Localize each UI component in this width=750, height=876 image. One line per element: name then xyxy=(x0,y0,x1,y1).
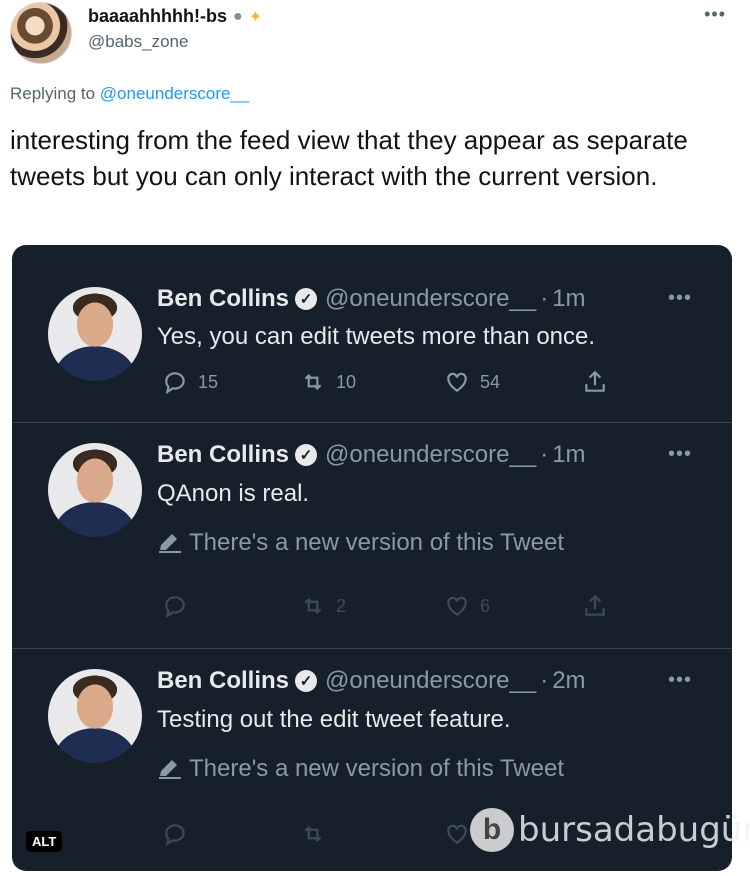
tweet-actions: 15 10 54 xyxy=(162,369,612,399)
embedded-author-name: Ben Collins xyxy=(157,667,290,694)
watermark-logo-icon: b xyxy=(470,808,514,852)
reply-icon xyxy=(165,824,185,847)
more-options-icon[interactable]: ••• xyxy=(704,4,726,25)
edited-notice-text: There's a new version of this Tweet xyxy=(189,755,564,782)
replying-prefix: Replying to xyxy=(10,84,96,103)
retweet-icon xyxy=(304,373,322,391)
reply-icon xyxy=(165,372,185,395)
embedded-timestamp: 1m xyxy=(552,441,586,468)
edited-notice: There's a new version of this Tweet xyxy=(157,529,564,557)
reply-action: 15 xyxy=(162,369,218,395)
replying-mention-link[interactable]: @oneunderscore__ xyxy=(100,84,250,103)
author-name-row: baaaahhhhh!-bs ● ✦ xyxy=(88,6,262,27)
embedded-timestamp: 2m xyxy=(552,667,586,694)
avatar xyxy=(48,443,142,537)
heart-icon xyxy=(447,824,467,844)
embedded-author-name: Ben Collins xyxy=(157,441,290,468)
separator-dot: · xyxy=(540,285,549,312)
verified-check-icon: ✓ xyxy=(295,288,318,310)
separator-dot: · xyxy=(540,667,549,694)
share-icon xyxy=(585,370,605,392)
reply-action xyxy=(162,593,188,619)
reply-icon xyxy=(165,596,185,619)
embedded-screenshot[interactable]: Ben Collins ✓ @oneunderscore__ · 1m ••• … xyxy=(12,245,732,871)
embedded-tweet-header: Ben Collins ✓ @oneunderscore__ · 2m xyxy=(157,667,586,695)
retweet-action: 2 xyxy=(300,593,346,619)
tweet-actions: 2 6 xyxy=(162,593,612,623)
embedded-author-handle: @oneunderscore__ xyxy=(325,285,537,312)
retweet-icon xyxy=(304,597,322,615)
verified-check-icon: ✓ xyxy=(295,670,318,692)
retweet-action: 10 xyxy=(300,369,356,395)
edited-notice-text: There's a new version of this Tweet xyxy=(189,529,564,556)
verified-check-icon: ✓ xyxy=(295,444,318,466)
watermark: b bursadabugün xyxy=(470,808,750,852)
retweet-count: 10 xyxy=(336,371,357,392)
embedded-tweet-header: Ben Collins ✓ @oneunderscore__ · 1m xyxy=(157,441,586,469)
avatar xyxy=(48,669,142,763)
avatar[interactable] xyxy=(10,2,72,64)
share-action xyxy=(582,369,608,395)
embedded-author-name: Ben Collins xyxy=(157,285,290,312)
reply-count: 15 xyxy=(198,371,219,392)
tweet-text: interesting from the feed view that they… xyxy=(10,125,688,191)
embedded-timestamp: 1m xyxy=(552,285,586,312)
embedded-tweet-header: Ben Collins ✓ @oneunderscore__ · 1m xyxy=(157,285,586,313)
more-options-icon: ••• xyxy=(668,287,693,309)
author-handle[interactable]: @babs_zone xyxy=(88,32,188,52)
more-options-icon: ••• xyxy=(668,669,693,691)
separator-dot: · xyxy=(540,441,549,468)
share-action xyxy=(582,593,608,619)
author-name[interactable]: baaaahhhhh!-bs xyxy=(88,6,227,27)
embedded-author-handle: @oneunderscore__ xyxy=(325,667,537,694)
replying-to: Replying to @oneunderscore__ xyxy=(10,84,249,104)
reply-action xyxy=(162,821,188,847)
alt-text-badge[interactable]: ALT xyxy=(26,831,63,852)
embedded-tweet: Ben Collins ✓ @oneunderscore__ · 1m ••• … xyxy=(12,423,732,649)
share-icon xyxy=(585,594,605,616)
like-count: 6 xyxy=(480,595,491,616)
heart-icon xyxy=(447,596,467,616)
embedded-author-handle: @oneunderscore__ xyxy=(325,441,537,468)
avatar xyxy=(48,287,142,381)
retweet-action xyxy=(300,821,326,847)
pencil-icon xyxy=(159,534,181,553)
like-action: 6 xyxy=(444,593,490,619)
heart-icon xyxy=(447,372,467,392)
ghost-icon: ● xyxy=(233,7,243,25)
retweet-count: 2 xyxy=(336,595,347,616)
retweet-icon xyxy=(304,825,322,843)
like-count: 54 xyxy=(480,371,501,392)
more-options-icon: ••• xyxy=(668,443,693,465)
watermark-text: bursadabugün xyxy=(518,810,750,850)
sparkles-icon: ✦ xyxy=(248,8,263,26)
embedded-tweet-text: QAnon is real. xyxy=(157,480,310,507)
embedded-tweet-text: Yes, you can edit tweets more than once. xyxy=(157,323,596,350)
like-action: 54 xyxy=(444,369,500,395)
edited-notice: There's a new version of this Tweet xyxy=(157,755,564,783)
pencil-icon xyxy=(159,760,181,779)
embedded-tweet-text: Testing out the edit tweet feature. xyxy=(157,706,511,733)
like-action xyxy=(444,821,470,847)
embedded-tweet: Ben Collins ✓ @oneunderscore__ · 1m ••• … xyxy=(12,245,732,423)
